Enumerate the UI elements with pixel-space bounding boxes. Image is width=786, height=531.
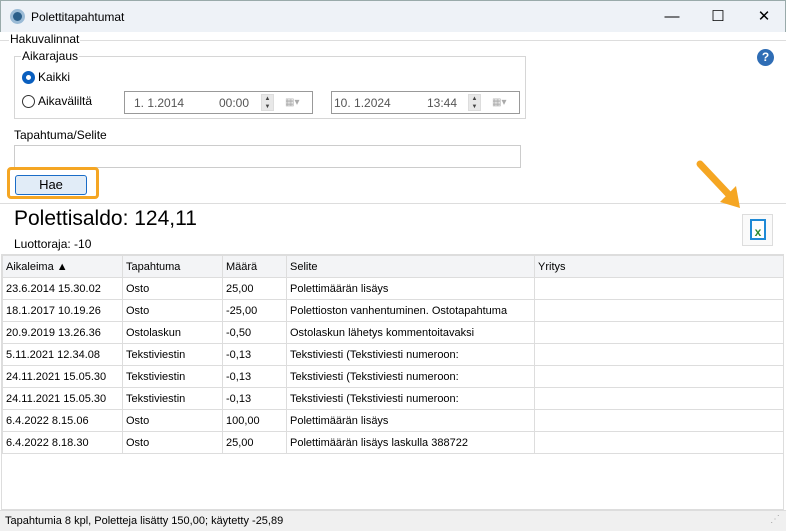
table-row[interactable]: 5.11.2021 12.34.08 Tekstiviestin -0,13 Teks… [2,343,784,366]
table-cell [534,409,784,432]
help-icon[interactable]: ? [757,49,774,66]
column-header[interactable]: Selite [286,255,535,278]
from-datetime-input[interactable]: 1. 1.2014 00:00 ▲ ▼ ▦▾ [124,91,313,114]
table-cell: -25,00 [222,299,287,322]
table-cell: Polettimäärän lisäys [286,277,535,300]
table-row[interactable]: 18.1.2017 10.19.26 Osto -25,00 Polettioston… [2,299,784,322]
search-button[interactable]: Hae [15,175,87,195]
table-cell: Polettimäärän lisäys [286,409,535,432]
excel-export-icon: x [750,219,766,240]
search-group-label: Hakuvalinnat [9,32,81,46]
table-cell: Ostolaskun lähetys kommentoitavaksi [286,321,535,344]
column-header[interactable]: Aikaleima ▲ [2,255,123,278]
column-header[interactable]: Tapahtuma [122,255,223,278]
credit-limit: Luottoraja: -10 [14,237,92,251]
column-header[interactable]: Yritys [534,255,784,278]
table-cell: Polettioston vanhentuminen. Ostotapahtum… [286,299,535,322]
table-cell: Tekstiviestin [122,343,223,366]
table-cell: 23.6.2014 15.30.02 [2,277,123,300]
table-cell [534,277,784,300]
close-button[interactable]: ✕ [741,1,786,33]
table-row[interactable]: 6.4.2022 8.15.06 Osto 100,00 Polettimäärän … [2,409,784,432]
table-cell: 5.11.2021 12.34.08 [2,343,123,366]
table-cell: Osto [122,277,223,300]
table-cell: -0,50 [222,321,287,344]
table-cell [534,321,784,344]
filter-input[interactable] [14,145,521,168]
to-spinner[interactable]: ▲ ▼ [468,94,481,111]
table-cell [534,299,784,322]
from-date: 1. 1.2014 [134,96,185,110]
table-cell: 20.9.2019 13.26.36 [2,321,123,344]
table-cell [534,365,784,388]
status-bar: Tapahtumia 8 kpl, Poletteja lisätty 150,… [0,510,786,531]
table-cell: 24.11.2021 15.05.30 [2,365,123,388]
table-cell: 100,00 [222,409,287,432]
table-row[interactable]: 23.6.2014 15.30.02 Osto 25,00 Polettimäärän… [2,277,784,300]
table-cell: 25,00 [222,277,287,300]
table-cell: Tekstiviesti (Tekstiviesti numeroon: [286,343,535,366]
table-cell: 6.4.2022 8.15.06 [2,409,123,432]
table-cell [534,343,784,366]
radio-all[interactable] [22,71,35,84]
arrow-annotation [696,160,740,208]
table-row[interactable]: 20.9.2019 13.26.36 Ostolaskun -0,50 Ostolas… [2,321,784,344]
table-cell: Ostolaskun [122,321,223,344]
radio-all-label: Kaikki [38,70,71,84]
from-spinner[interactable]: ▲ ▼ [261,94,274,111]
table-cell: -0,13 [222,365,287,388]
window-title: Polettitapahtumat [31,10,125,24]
filter-label: Tapahtuma/Selite [14,128,107,142]
table-cell: 18.1.2017 10.19.26 [2,299,123,322]
table-cell: Tekstiviesti (Tekstiviesti numeroon: [286,387,535,410]
table-cell: Polettimäärän lisäys laskulla 388722 [286,431,535,454]
table-cell: 25,00 [222,431,287,454]
radio-range-label: Aikaväliltä [38,94,93,108]
table-cell: -0,13 [222,387,287,410]
table-cell: Tekstiviestin [122,365,223,388]
balance: Polettisaldo: 124,11 [14,207,197,230]
table-cell: 6.4.2022 8.18.30 [2,431,123,454]
minimize-button[interactable]: — [649,1,695,33]
excel-export-button[interactable]: x [742,214,773,246]
table-row[interactable]: 6.4.2022 8.18.30 Osto 25,00 Polettimäärän l… [2,431,784,454]
radio-range[interactable] [22,95,35,108]
calendar-dropdown-icon[interactable]: ▦▾ [492,97,514,109]
table-cell: 24.11.2021 15.05.30 [2,387,123,410]
to-datetime-input[interactable]: 10. 1.2024 13:44 ▲ ▼ ▦▾ [331,91,520,114]
table-cell [534,431,784,454]
app-icon [10,9,25,24]
table-cell: Osto [122,431,223,454]
title-bar: Polettitapahtumat — ☐ ✕ [0,0,786,32]
table-row[interactable]: 24.11.2021 15.05.30 Tekstiviestin -0,13 Tek… [2,387,784,410]
to-date: 10. 1.2024 [334,96,391,110]
events-table-container: Aikaleima ▲ Tapahtuma Määrä Selite Yritys 23… [1,254,784,510]
table-cell: Tekstiviesti (Tekstiviesti numeroon: [286,365,535,388]
table-cell: Osto [122,299,223,322]
table-row[interactable]: 24.11.2021 15.05.30 Tekstiviestin -0,13 Tek… [2,365,784,388]
search-group [0,40,786,41]
table-cell: -0,13 [222,343,287,366]
time-group-label: Aikarajaus [21,49,80,63]
resize-grip[interactable]: ⋰ [770,514,780,525]
status-text: Tapahtumia 8 kpl, Poletteja lisätty 150,… [5,515,284,527]
from-time: 00:00 [219,96,250,110]
table-cell: Osto [122,409,223,432]
events-table: Aikaleima ▲ Tapahtuma Määrä Selite Yritys 23… [2,255,784,454]
table-cell: Tekstiviestin [122,387,223,410]
to-time: 13:44 [427,96,458,110]
maximize-button[interactable]: ☐ [695,1,741,33]
column-header[interactable]: Määrä [222,255,287,278]
divider [0,203,786,204]
table-cell [534,387,784,410]
calendar-dropdown-icon[interactable]: ▦▾ [285,97,307,109]
